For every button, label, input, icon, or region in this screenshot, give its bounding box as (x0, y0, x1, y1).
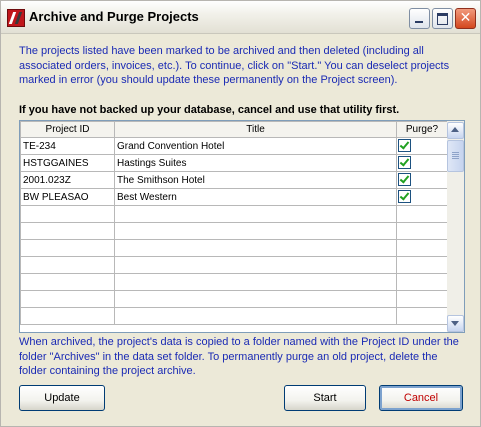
minimize-icon (415, 21, 423, 23)
purge-cell[interactable] (396, 307, 448, 325)
scroll-down-button[interactable] (447, 315, 464, 332)
chevron-down-icon (451, 321, 459, 326)
update-button[interactable]: Update (19, 385, 105, 411)
purge-cell[interactable] (396, 154, 448, 172)
table-row[interactable] (20, 256, 448, 274)
archive-info-text: When archived, the project's data is cop… (19, 336, 459, 377)
maximize-icon (437, 13, 448, 25)
title-cell[interactable]: Hastings Suites (114, 154, 397, 172)
archive-purge-dialog: Archive and Purge Projects ✕ The project… (0, 0, 481, 427)
table-row[interactable] (20, 222, 448, 240)
purge-cell[interactable] (396, 137, 448, 155)
purge-cell[interactable] (396, 188, 448, 206)
project-id-cell[interactable]: BW PLEASAO (20, 188, 115, 206)
title-cell[interactable] (114, 307, 397, 325)
table-row[interactable] (20, 239, 448, 257)
table-row[interactable]: 2001.023Z The Smithson Hotel (20, 171, 448, 189)
project-id-cell[interactable]: 2001.023Z (20, 171, 115, 189)
column-header-project-id[interactable]: Project ID (20, 121, 115, 138)
project-id-cell[interactable] (20, 205, 115, 223)
vertical-scrollbar[interactable] (447, 121, 464, 332)
intro-text: The projects listed have been marked to … (19, 45, 450, 86)
title-cell[interactable] (114, 290, 397, 308)
scroll-up-button[interactable] (447, 122, 464, 139)
minimize-button[interactable] (409, 8, 430, 29)
column-header-title[interactable]: Title (114, 121, 397, 138)
app-logo-icon (7, 9, 25, 27)
project-id-cell[interactable] (20, 222, 115, 240)
table-row[interactable] (20, 273, 448, 291)
table-row[interactable] (20, 205, 448, 223)
purge-checkbox[interactable] (398, 190, 411, 203)
grid-header-row: Project ID Title Purge? (20, 121, 448, 138)
purge-cell[interactable] (396, 290, 448, 308)
title-cell[interactable]: Best Western (114, 188, 397, 206)
purge-checkbox[interactable] (398, 156, 411, 169)
purge-cell[interactable] (396, 239, 448, 257)
project-id-cell[interactable] (20, 256, 115, 274)
scrollbar-thumb[interactable] (447, 140, 464, 172)
table-row[interactable] (20, 290, 448, 308)
cancel-button[interactable]: Cancel (379, 385, 463, 411)
project-id-cell[interactable] (20, 239, 115, 257)
purge-cell[interactable] (396, 171, 448, 189)
projects-grid: Project ID Title Purge? TE-234 Grand Conv… (19, 120, 465, 333)
title-cell[interactable] (114, 239, 397, 257)
title-cell[interactable] (114, 256, 397, 274)
title-cell[interactable] (114, 222, 397, 240)
backup-warning: If you have not backed up your database,… (19, 104, 400, 116)
title-cell[interactable] (114, 273, 397, 291)
close-icon: ✕ (459, 10, 472, 26)
grid-body: TE-234 Grand Convention Hotel HSTGGAINES Ha… (20, 137, 448, 325)
project-id-cell[interactable] (20, 290, 115, 308)
purge-checkbox[interactable] (398, 173, 411, 186)
title-cell[interactable]: The Smithson Hotel (114, 171, 397, 189)
projects-table: Project ID Title Purge? TE-234 Grand Conv… (20, 121, 448, 325)
table-row[interactable] (20, 307, 448, 325)
chevron-up-icon (451, 127, 459, 132)
column-header-purge[interactable]: Purge? (396, 121, 448, 138)
purge-cell[interactable] (396, 273, 448, 291)
project-id-cell[interactable] (20, 307, 115, 325)
table-row[interactable]: TE-234 Grand Convention Hotel (20, 137, 448, 155)
purge-cell[interactable] (396, 222, 448, 240)
title-cell[interactable]: Grand Convention Hotel (114, 137, 397, 155)
table-row[interactable]: HSTGGAINES Hastings Suites (20, 154, 448, 172)
project-id-cell[interactable] (20, 273, 115, 291)
maximize-button[interactable] (432, 8, 453, 29)
close-button[interactable]: ✕ (455, 8, 476, 29)
title-bar[interactable]: Archive and Purge Projects ✕ (1, 1, 480, 34)
project-id-cell[interactable]: TE-234 (20, 137, 115, 155)
start-button[interactable]: Start (284, 385, 366, 411)
table-row[interactable]: BW PLEASAO Best Western (20, 188, 448, 206)
title-cell[interactable] (114, 205, 397, 223)
purge-cell[interactable] (396, 205, 448, 223)
window-title: Archive and Purge Projects (29, 9, 199, 24)
purge-checkbox[interactable] (398, 139, 411, 152)
project-id-cell[interactable]: HSTGGAINES (20, 154, 115, 172)
purge-cell[interactable] (396, 256, 448, 274)
